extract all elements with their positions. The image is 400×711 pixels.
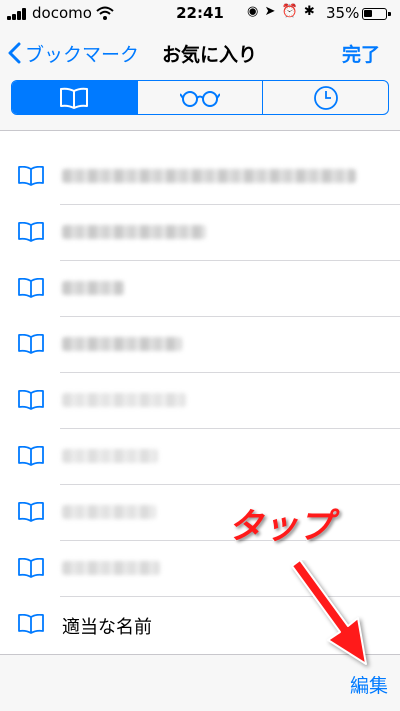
book-icon [18,614,44,634]
blurred-title [62,505,156,519]
blurred-title [62,561,160,575]
battery-percentage: 35% [326,4,360,22]
tab-history[interactable] [262,81,388,114]
status-icons: ◉ ➤ ⏰ ✱ [247,4,316,19]
clock-icon [313,85,338,110]
book-icon [18,222,44,242]
battery-icon [362,8,391,20]
tab-bookmarks[interactable] [12,81,137,114]
list-item[interactable] [0,261,400,317]
done-button[interactable]: 完了 [342,40,380,67]
blurred-title [62,225,206,239]
back-button[interactable]: ブックマーク [8,40,139,66]
book-icon [18,334,44,354]
list-item[interactable] [0,373,400,429]
book-icon [18,446,44,466]
blurred-title [62,281,124,295]
list-item[interactable] [0,149,400,205]
navigation-bar: ブックマーク お気に入り 完了 [0,28,400,131]
blurred-title [62,393,186,407]
book-icon [18,390,44,410]
bookmark-title: 適当な名前 [62,617,152,638]
book-icon [18,558,44,578]
red-arrow-icon [291,560,367,665]
book-icon [60,87,89,109]
back-button-label: ブックマーク [25,43,140,66]
tap-annotation-text: タップ [227,506,335,549]
book-icon [18,166,44,186]
book-icon [18,278,44,298]
glasses-icon [180,90,220,107]
edit-button[interactable]: 編集 [350,671,388,698]
tab-reading-list[interactable] [136,81,263,114]
chevron-left-icon [8,42,21,64]
page-title: お気に入り [162,44,258,66]
status-bar: docomo 22:41 ◉ ➤ ⏰ ✱ 35% [0,0,400,28]
list-item[interactable] [0,205,400,261]
blurred-title [62,449,158,463]
blurred-title [62,337,182,351]
blurred-title [62,169,356,183]
list-item[interactable] [0,317,400,373]
book-icon [18,502,44,522]
list-item[interactable] [0,429,400,485]
list-item[interactable] [0,485,400,541]
view-segmented-control [11,80,389,115]
